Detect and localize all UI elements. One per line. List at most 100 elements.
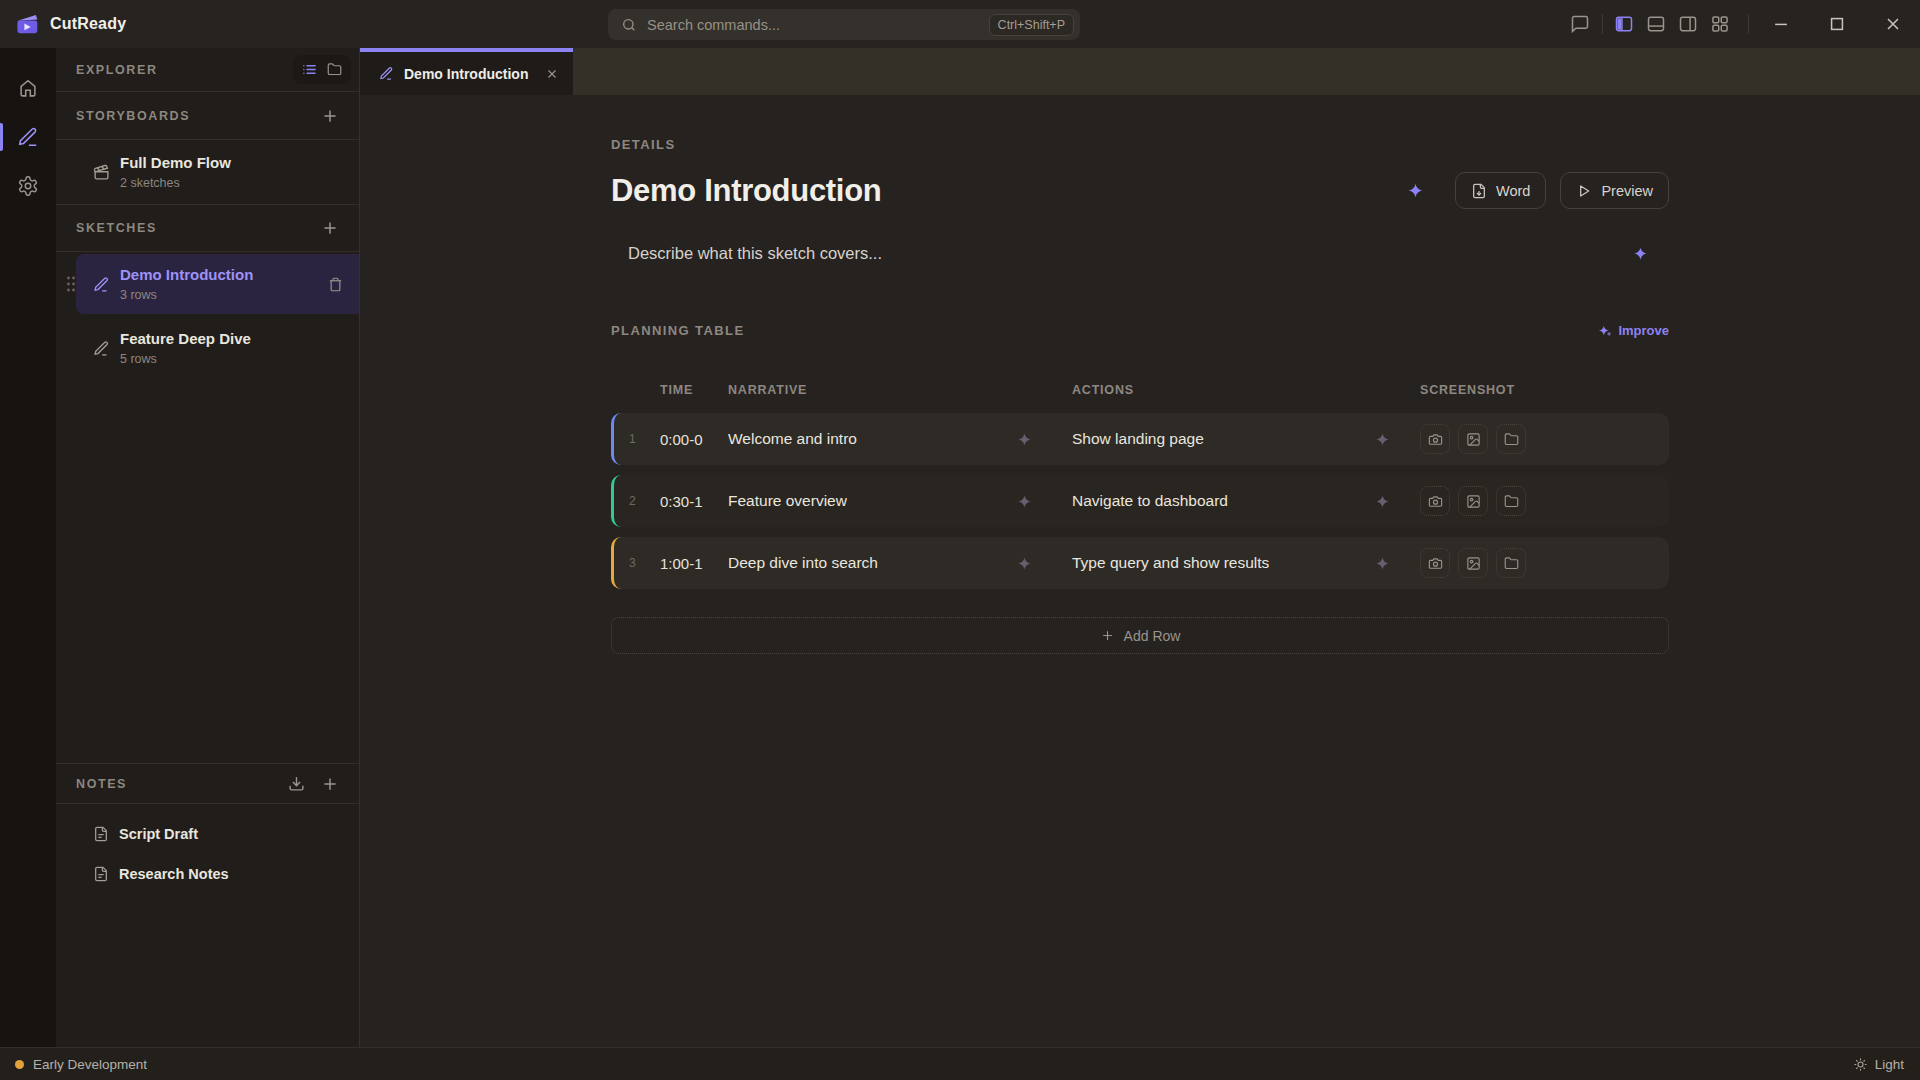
improve-button[interactable]: Improve xyxy=(1598,323,1669,338)
attach-image-button[interactable] xyxy=(1458,486,1488,516)
nav-settings-button[interactable] xyxy=(0,168,56,204)
folder-view-icon[interactable] xyxy=(327,62,342,77)
col-screenshot: SCREENSHOT xyxy=(1420,383,1669,397)
feedback-icon[interactable] xyxy=(1570,14,1590,34)
theme-toggle[interactable]: Light xyxy=(1853,1057,1904,1072)
sketch-item[interactable]: Feature Deep Dive 5 rows xyxy=(56,316,359,380)
ai-sparkle-button[interactable] xyxy=(1375,432,1390,447)
export-word-button[interactable]: Word xyxy=(1455,172,1546,209)
ai-sparkle-button[interactable] xyxy=(1407,182,1424,199)
tab-close-icon[interactable] xyxy=(545,67,559,81)
row-time[interactable]: 0:00-0:30 xyxy=(660,431,703,448)
status-text: Early Development xyxy=(33,1057,147,1072)
capture-screenshot-button[interactable] xyxy=(1420,486,1450,516)
preview-button[interactable]: Preview xyxy=(1560,172,1669,209)
add-row-button[interactable]: Add Row xyxy=(611,617,1669,654)
ai-sparkle-button[interactable] xyxy=(1375,494,1390,509)
explorer-sidebar: EXPLORER STORYBOARDS xyxy=(56,48,360,1047)
camera-icon xyxy=(1428,432,1443,447)
sun-icon xyxy=(1853,1057,1868,1072)
titlebar-actions xyxy=(1570,14,1920,34)
gear-icon xyxy=(17,175,39,197)
add-storyboard-button[interactable] xyxy=(321,107,339,125)
list-view-icon[interactable] xyxy=(302,62,317,77)
nav-sketches-button[interactable] xyxy=(0,119,56,155)
image-icon xyxy=(1466,432,1481,447)
row-time[interactable]: 0:30-1:00 xyxy=(660,493,703,510)
activity-rail xyxy=(0,48,56,1047)
pencil-icon xyxy=(17,126,39,148)
capture-screenshot-button[interactable] xyxy=(1420,548,1450,578)
note-title: Research Notes xyxy=(119,866,229,882)
planning-table-label: PLANNING TABLE xyxy=(611,323,744,338)
storyboard-item[interactable]: Full Demo Flow 2 sketches xyxy=(56,140,359,205)
panel-bottom-toggle-icon[interactable] xyxy=(1646,14,1666,34)
minimize-button[interactable] xyxy=(1771,14,1791,34)
main-content: DETAILS Demo Introduction Word xyxy=(360,95,1920,1047)
table-row[interactable]: 3 1:00-1:30 Deep dive into search Type q… xyxy=(611,537,1669,589)
row-actions[interactable]: Navigate to dashboard xyxy=(1072,492,1228,510)
document-icon xyxy=(93,866,109,882)
maximize-button[interactable] xyxy=(1827,14,1847,34)
title-bar: CutReady Ctrl+Shift+P xyxy=(0,0,1920,48)
search-icon xyxy=(621,17,637,33)
row-narrative[interactable]: Welcome and intro xyxy=(728,430,857,448)
storyboards-header: STORYBOARDS xyxy=(56,92,359,140)
brand: CutReady xyxy=(0,10,126,38)
attach-image-button[interactable] xyxy=(1458,424,1488,454)
panel-left-toggle-icon[interactable] xyxy=(1614,14,1634,34)
document-icon xyxy=(93,826,109,842)
storyboard-subtitle: 2 sketches xyxy=(120,176,231,190)
pencil-icon xyxy=(379,66,394,81)
grid-layout-icon[interactable] xyxy=(1710,14,1730,34)
attach-image-button[interactable] xyxy=(1458,548,1488,578)
row-actions[interactable]: Show landing page xyxy=(1072,430,1204,448)
download-notes-button[interactable] xyxy=(288,775,305,792)
browse-files-button[interactable] xyxy=(1496,486,1526,516)
sketch-subtitle: 5 rows xyxy=(120,352,251,366)
explorer-header: EXPLORER xyxy=(56,48,359,92)
search-input[interactable] xyxy=(637,17,989,33)
capture-screenshot-button[interactable] xyxy=(1420,424,1450,454)
row-time[interactable]: 1:00-1:30 xyxy=(660,555,703,572)
image-icon xyxy=(1466,494,1481,509)
command-search[interactable]: Ctrl+Shift+P xyxy=(608,9,1080,40)
note-item[interactable]: Script Draft xyxy=(56,814,359,854)
table-row[interactable]: 1 0:00-0:30 Welcome and intro Show landi… xyxy=(611,413,1669,465)
pencil-icon xyxy=(93,276,110,293)
note-item[interactable]: Research Notes xyxy=(56,854,359,894)
ai-sparkle-button[interactable] xyxy=(1375,556,1390,571)
drag-handle[interactable] xyxy=(65,274,77,294)
details-section-label: DETAILS xyxy=(611,137,1669,152)
browse-files-button[interactable] xyxy=(1496,548,1526,578)
sketches-label: SKETCHES xyxy=(76,221,157,235)
tab-demo-introduction[interactable]: Demo Introduction xyxy=(360,48,573,95)
sketches-header: SKETCHES xyxy=(56,205,359,252)
table-row[interactable]: 2 0:30-1:00 Feature overview Navigate to… xyxy=(611,475,1669,527)
row-number: 3 xyxy=(629,556,660,570)
tab-label: Demo Introduction xyxy=(404,66,528,82)
ai-sparkle-button[interactable] xyxy=(1017,556,1032,571)
row-number: 2 xyxy=(629,494,660,508)
search-shortcut-badge: Ctrl+Shift+P xyxy=(989,14,1074,36)
ai-sparkle-button[interactable] xyxy=(1017,432,1032,447)
folder-icon xyxy=(1504,432,1519,447)
delete-sketch-button[interactable] xyxy=(328,277,343,292)
row-narrative[interactable]: Feature overview xyxy=(728,492,847,510)
browse-files-button[interactable] xyxy=(1496,424,1526,454)
titlebar-separator xyxy=(1748,14,1749,34)
row-actions[interactable]: Type query and show results xyxy=(1072,554,1269,572)
panel-right-toggle-icon[interactable] xyxy=(1678,14,1698,34)
sketch-item-selected[interactable]: Demo Introduction 3 rows xyxy=(56,252,359,316)
word-button-label: Word xyxy=(1496,183,1530,199)
description-field[interactable]: Describe what this sketch covers... xyxy=(611,233,1669,273)
ai-sparkle-button[interactable] xyxy=(1633,246,1648,261)
add-note-button[interactable] xyxy=(321,775,339,793)
ai-sparkle-button[interactable] xyxy=(1017,494,1032,509)
row-narrative[interactable]: Deep dive into search xyxy=(728,554,878,572)
notes-header: NOTES xyxy=(56,763,359,804)
nav-home-button[interactable] xyxy=(0,70,56,106)
folder-icon xyxy=(1504,494,1519,509)
add-sketch-button[interactable] xyxy=(321,219,339,237)
close-button[interactable] xyxy=(1883,14,1903,34)
